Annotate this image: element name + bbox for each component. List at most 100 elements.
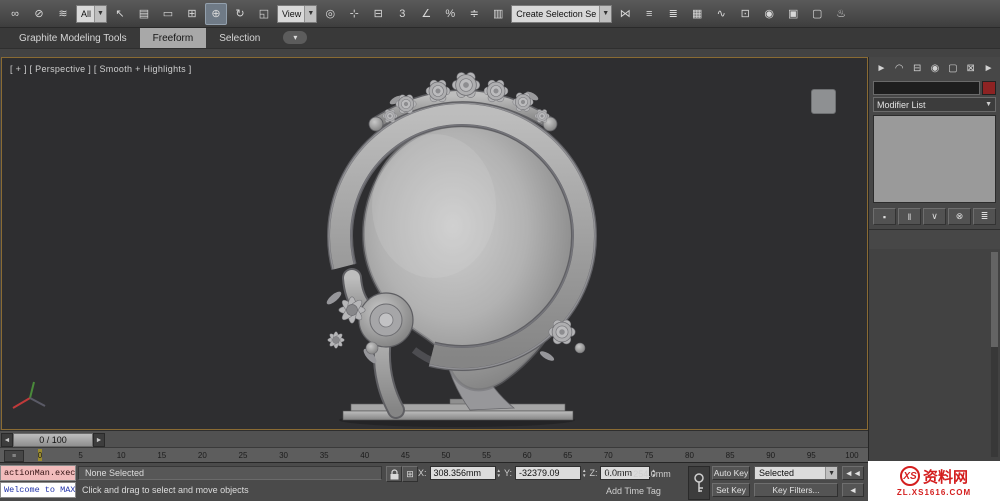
time-slider-bar[interactable]: ◄ 0 / 100 ► bbox=[0, 430, 868, 447]
remove-modifier-button[interactable]: ⊗ bbox=[948, 208, 971, 225]
go-to-start-button[interactable]: ◄◄ bbox=[842, 466, 864, 480]
motion-tab-icon[interactable]: ◉ bbox=[928, 61, 943, 76]
frame-tick-label: 40 bbox=[355, 451, 375, 460]
toolbar-icon-glyph: ⊹ bbox=[350, 7, 359, 20]
select-and-rotate-icon[interactable]: ↻ bbox=[229, 3, 251, 25]
next-frame-button[interactable]: ► bbox=[93, 433, 105, 447]
make-unique-button[interactable]: ∨ bbox=[923, 208, 946, 225]
spinner-snap-toggle-icon[interactable]: ≑ bbox=[463, 3, 485, 25]
modifier-list-label: Modifier List bbox=[877, 100, 926, 110]
key-icon bbox=[692, 472, 706, 494]
mirror-base[interactable] bbox=[339, 399, 575, 427]
pin-stack-button[interactable]: ▪ bbox=[873, 208, 896, 225]
chevron-down-icon: ▼ bbox=[304, 6, 316, 22]
schematic-view-icon[interactable]: ⊡ bbox=[734, 3, 756, 25]
track-bar[interactable]: ≡ 0 5 10 15 20 25 30 35 40 45 bbox=[0, 447, 868, 462]
x-spinner[interactable]: ▲▼ bbox=[497, 468, 501, 478]
frame-tick-label: 80 bbox=[680, 451, 700, 460]
angle-snap-toggle-icon[interactable]: ∠ bbox=[415, 3, 437, 25]
render-setup-icon[interactable]: ▣ bbox=[782, 3, 804, 25]
set-keys-button[interactable] bbox=[688, 466, 710, 500]
toolbar-icon-glyph: ▦ bbox=[692, 7, 702, 20]
selected-value: Selected bbox=[759, 468, 794, 478]
viewcube[interactable] bbox=[811, 89, 836, 114]
ornate-mirror-model[interactable] bbox=[2, 58, 867, 429]
frame-tick-label: 50 bbox=[436, 451, 456, 460]
panel-scrollbar[interactable] bbox=[991, 252, 998, 457]
modify-tab-icon[interactable]: ◠ bbox=[892, 61, 907, 76]
toolbar-icon-glyph: ≡ bbox=[646, 8, 652, 20]
select-and-link-icon[interactable]: ∞ bbox=[4, 3, 26, 25]
ribbon-tab-label: Freeform bbox=[153, 33, 194, 44]
modifier-stack-list[interactable] bbox=[873, 115, 996, 203]
frame-tick-label: 0 bbox=[30, 451, 50, 460]
curve-editor-icon[interactable]: ∿ bbox=[710, 3, 732, 25]
tab-graphite-modeling-tools[interactable]: Graphite Modeling Tools bbox=[6, 28, 140, 48]
watermark: XS 资料网 ZL.XS1616.COM bbox=[868, 461, 1000, 501]
toolbar-icon-glyph: ⋈ bbox=[620, 7, 631, 20]
percent-snap-toggle-icon[interactable]: % bbox=[439, 3, 461, 25]
unlink-selection-icon[interactable]: ⊘ bbox=[28, 3, 50, 25]
mirror-icon[interactable]: ⋈ bbox=[614, 3, 636, 25]
absolute-offset-toggle[interactable]: ⊞ bbox=[402, 466, 418, 482]
time-slider-handle[interactable]: 0 / 100 bbox=[13, 433, 93, 447]
modifier-list-dropdown[interactable]: Modifier List ▼ bbox=[873, 97, 996, 112]
selection-lock-toggle[interactable] bbox=[386, 466, 402, 482]
snaps-toggle-3d-icon[interactable]: 3 bbox=[391, 3, 413, 25]
edit-named-selection-sets-icon[interactable]: ▥ bbox=[487, 3, 509, 25]
key-filters-button[interactable]: Key Filters... bbox=[754, 483, 838, 497]
toolbar-icon-glyph: ▤ bbox=[139, 7, 149, 20]
keyboard-shortcut-override-icon[interactable]: ⊟ bbox=[367, 3, 389, 25]
stack-button-glyph: ▪ bbox=[883, 212, 886, 222]
display-tab-icon[interactable]: ▢ bbox=[945, 61, 960, 76]
open-mini-curve-editor-button[interactable]: ≡ bbox=[4, 450, 24, 462]
x-coordinate-field[interactable]: 308.356mm bbox=[430, 466, 496, 480]
selection-filter-dropdown[interactable]: All ▼ bbox=[76, 5, 107, 23]
set-key-button[interactable]: Set Key bbox=[712, 483, 750, 497]
utilities-tab-icon[interactable]: ⊠ bbox=[963, 61, 978, 76]
render-production-icon[interactable]: ♨ bbox=[830, 3, 852, 25]
panel-expand-icon[interactable]: ► bbox=[981, 61, 996, 76]
y-spinner[interactable]: ▲▼ bbox=[582, 468, 586, 478]
select-and-manipulate-icon[interactable]: ⊹ bbox=[343, 3, 365, 25]
reference-coordinate-system-dropdown[interactable]: View ▼ bbox=[277, 5, 317, 23]
rendered-frame-window-icon[interactable]: ▢ bbox=[806, 3, 828, 25]
select-object-icon[interactable]: ↖ bbox=[109, 3, 131, 25]
previous-key-button[interactable]: ◄ bbox=[842, 483, 864, 497]
panel-scrollbar-thumb[interactable] bbox=[991, 252, 998, 347]
auto-key-button[interactable]: Auto Key bbox=[712, 466, 750, 480]
create-tab-icon[interactable]: ► bbox=[874, 61, 889, 76]
show-end-result-button[interactable]: ‖ bbox=[898, 208, 921, 225]
y-coordinate-field[interactable]: -32379.09 bbox=[515, 466, 581, 480]
manage-layers-icon[interactable]: ≣ bbox=[662, 3, 684, 25]
add-time-tag[interactable]: Add Time Tag bbox=[606, 486, 661, 496]
tab-selection[interactable]: Selection bbox=[206, 28, 273, 48]
align-icon[interactable]: ≡ bbox=[638, 3, 660, 25]
tab-freeform[interactable]: Freeform bbox=[140, 28, 207, 48]
rectangular-selection-region-icon[interactable]: ▭ bbox=[157, 3, 179, 25]
grid-size-readout: Grid = 254.0mm bbox=[606, 469, 671, 479]
select-and-scale-icon[interactable]: ◱ bbox=[253, 3, 275, 25]
chevron-down-icon: ▼ bbox=[825, 467, 837, 479]
window-crossing-icon[interactable]: ⊞ bbox=[181, 3, 203, 25]
material-editor-icon[interactable]: ◉ bbox=[758, 3, 780, 25]
toolbar-icon-glyph: ↻ bbox=[235, 7, 244, 20]
hierarchy-tab-icon[interactable]: ⊟ bbox=[910, 61, 925, 76]
chevron-down-icon: ▼ bbox=[94, 6, 106, 22]
select-and-move-icon[interactable]: ⊕ bbox=[205, 3, 227, 25]
graphite-modeling-ribbon-icon[interactable]: ▦ bbox=[686, 3, 708, 25]
macro-recorder-line[interactable]: actionMan.exec bbox=[0, 465, 76, 481]
object-name-field[interactable] bbox=[873, 81, 980, 95]
named-selection-sets-dropdown[interactable]: Create Selection Se ▼ bbox=[511, 5, 612, 23]
use-pivot-point-center-icon[interactable]: ◎ bbox=[319, 3, 341, 25]
select-by-name-icon[interactable]: ▤ bbox=[133, 3, 155, 25]
maxscript-listener-line[interactable]: Welcome to MAX bbox=[0, 482, 76, 498]
configure-modifier-sets-button[interactable]: ≣ bbox=[973, 208, 996, 225]
previous-frame-button[interactable]: ◄ bbox=[1, 433, 13, 447]
bind-to-space-warp-icon[interactable]: ≋ bbox=[52, 3, 74, 25]
viewport-label[interactable]: [ + ] [ Perspective ] [ Smooth + Highlig… bbox=[10, 64, 192, 74]
object-color-swatch[interactable] bbox=[982, 81, 996, 95]
ribbon-minimize-toggle[interactable]: ▾ bbox=[283, 31, 307, 44]
key-filter-selection-dropdown[interactable]: Selected ▼ bbox=[754, 466, 838, 480]
perspective-viewport[interactable]: [ + ] [ Perspective ] [ Smooth + Highlig… bbox=[1, 57, 868, 430]
